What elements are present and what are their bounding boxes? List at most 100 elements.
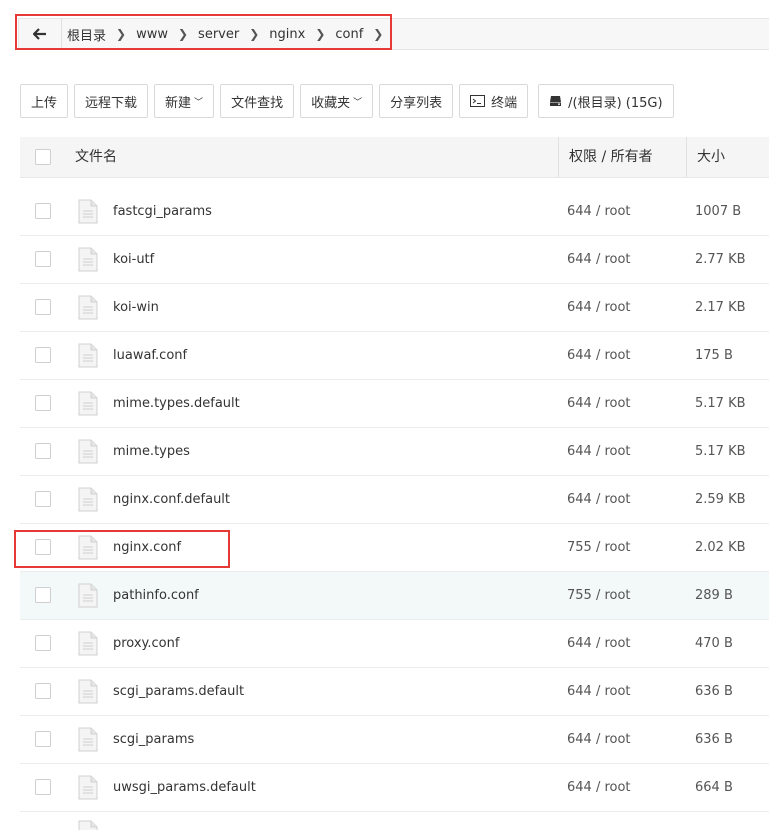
breadcrumb-item-conf[interactable]: conf	[335, 27, 363, 42]
file-icon	[78, 820, 98, 830]
upload-label: 上传	[31, 95, 58, 111]
file-size: 5.17 KB	[695, 396, 746, 411]
file-name[interactable]: nginx.conf.default	[113, 476, 230, 523]
disk-button[interactable]: /(根目录) (15G)	[538, 84, 674, 118]
terminal-icon	[470, 95, 486, 107]
file-icon	[78, 583, 98, 608]
file-permission[interactable]: 644 / root	[567, 332, 631, 379]
row-checkbox[interactable]	[35, 683, 51, 699]
row-checkbox[interactable]	[35, 347, 51, 363]
file-size: 636 B	[695, 732, 733, 747]
table-row[interactable]: proxy.conf 644 / root 470 B	[20, 620, 769, 668]
file-size: 5.17 KB	[695, 444, 746, 459]
file-permission[interactable]: 644 / root	[567, 764, 631, 811]
file-size: 636 B	[695, 684, 733, 699]
file-size: 1007 B	[695, 204, 742, 219]
row-checkbox[interactable]	[35, 587, 51, 603]
share-list-button[interactable]: 分享列表	[379, 84, 454, 118]
row-checkbox[interactable]	[35, 443, 51, 459]
breadcrumb-item-nginx[interactable]: nginx	[269, 27, 305, 42]
terminal-label: 终端	[491, 95, 518, 111]
table-row[interactable]: luawaf.conf 644 / root 175 B	[20, 332, 769, 380]
chevron-right-icon[interactable]: ❯	[373, 27, 383, 41]
table-row[interactable]: uwsgi_params.default 644 / root 664 B	[20, 764, 769, 812]
file-search-button[interactable]: 文件查找	[220, 84, 295, 118]
file-name[interactable]: proxy.conf	[113, 620, 179, 667]
file-icon	[78, 487, 98, 512]
row-checkbox[interactable]	[35, 635, 51, 651]
file-permission[interactable]: 644 / root	[567, 284, 631, 331]
file-permission[interactable]: 644 / root	[567, 236, 631, 283]
upload-button[interactable]: 上传	[20, 84, 69, 118]
column-header-permission[interactable]: 权限 / 所有者	[558, 137, 653, 177]
file-table-header: 文件名 权限 / 所有者 大小	[20, 137, 769, 178]
file-size: 289 B	[695, 588, 733, 603]
file-permission[interactable]: 755 / root	[567, 572, 631, 619]
table-row[interactable]: fastcgi_params 644 / root 1007 B	[20, 188, 769, 236]
table-row[interactable]: koi-win 644 / root 2.17 KB	[20, 284, 769, 332]
file-name[interactable]: uwsgi_params.default	[113, 764, 256, 811]
file-name[interactable]: nginx.conf	[113, 524, 181, 571]
row-checkbox[interactable]	[35, 299, 51, 315]
breadcrumb-item-root[interactable]: 根目录	[67, 25, 106, 44]
file-name[interactable]: luawaf.conf	[113, 332, 187, 379]
file-size: 664 B	[695, 780, 733, 795]
chevron-right-icon: ❯	[249, 27, 260, 41]
file-permission[interactable]: 755 / root	[567, 524, 631, 571]
table-row[interactable]: scgi_params.default 644 / root 636 B	[20, 668, 769, 716]
file-permission[interactable]: 644 / root	[567, 380, 631, 427]
favorites-dropdown-button[interactable]: 收藏夹 ﹀	[300, 84, 374, 118]
row-checkbox[interactable]	[35, 731, 51, 747]
file-name[interactable]: fastcgi_params	[113, 188, 212, 235]
row-checkbox[interactable]	[35, 395, 51, 411]
file-name[interactable]: scgi_params	[113, 716, 194, 763]
table-row-partial	[20, 812, 769, 830]
file-list: fastcgi_params 644 / root 1007 B koi-utf 644…	[20, 188, 769, 830]
terminal-button[interactable]: 终端	[459, 84, 529, 118]
file-icon	[78, 247, 98, 272]
column-header-name[interactable]: 文件名	[75, 137, 117, 177]
row-checkbox[interactable]	[35, 779, 51, 795]
file-icon	[78, 199, 98, 224]
row-checkbox[interactable]	[35, 251, 51, 267]
table-row[interactable]: scgi_params 644 / root 636 B	[20, 716, 769, 764]
file-icon	[78, 343, 98, 368]
file-icon	[78, 439, 98, 464]
file-name[interactable]: koi-win	[113, 284, 159, 331]
breadcrumb-bar: 根目录 ❯ www ❯ server ❯ nginx ❯ conf ❯	[18, 18, 769, 50]
back-button[interactable]	[19, 19, 62, 49]
row-checkbox[interactable]	[35, 491, 51, 507]
file-icon	[78, 727, 98, 752]
remote-download-button[interactable]: 远程下载	[74, 84, 149, 118]
file-name[interactable]: koi-utf	[113, 236, 154, 283]
table-row[interactable]: mime.types.default 644 / root 5.17 KB	[20, 380, 769, 428]
breadcrumb-item-server[interactable]: server	[198, 27, 239, 42]
file-permission[interactable]: 644 / root	[567, 476, 631, 523]
file-permission[interactable]: 644 / root	[567, 716, 631, 763]
chevron-down-icon: ﹀	[353, 97, 363, 108]
file-size: 470 B	[695, 636, 733, 651]
table-row[interactable]: nginx.conf.default 644 / root 2.59 KB	[20, 476, 769, 524]
select-all-checkbox[interactable]	[35, 149, 51, 165]
file-permission[interactable]: 644 / root	[567, 620, 631, 667]
file-permission[interactable]: 644 / root	[567, 188, 631, 235]
table-row[interactable]: koi-utf 644 / root 2.77 KB	[20, 236, 769, 284]
new-label: 新建	[165, 95, 192, 111]
new-dropdown-button[interactable]: 新建 ﹀	[154, 84, 215, 118]
file-name[interactable]: scgi_params.default	[113, 668, 244, 715]
column-header-size[interactable]: 大小	[686, 137, 725, 177]
table-row[interactable]: pathinfo.conf 755 / root 289 B	[20, 572, 769, 620]
file-name[interactable]: mime.types.default	[113, 380, 240, 427]
breadcrumb-item-www[interactable]: www	[136, 27, 168, 42]
favorites-label: 收藏夹	[311, 95, 351, 111]
file-permission[interactable]: 644 / root	[567, 428, 631, 475]
file-size: 175 B	[695, 348, 733, 363]
row-checkbox[interactable]	[35, 203, 51, 219]
file-permission[interactable]: 644 / root	[567, 668, 631, 715]
table-row[interactable]: nginx.conf 755 / root 2.02 KB	[20, 524, 769, 572]
file-name[interactable]: mime.types	[113, 428, 190, 475]
table-row[interactable]: mime.types 644 / root 5.17 KB	[20, 428, 769, 476]
file-name[interactable]: pathinfo.conf	[113, 572, 199, 619]
row-checkbox[interactable]	[35, 539, 51, 555]
file-icon	[78, 391, 98, 416]
